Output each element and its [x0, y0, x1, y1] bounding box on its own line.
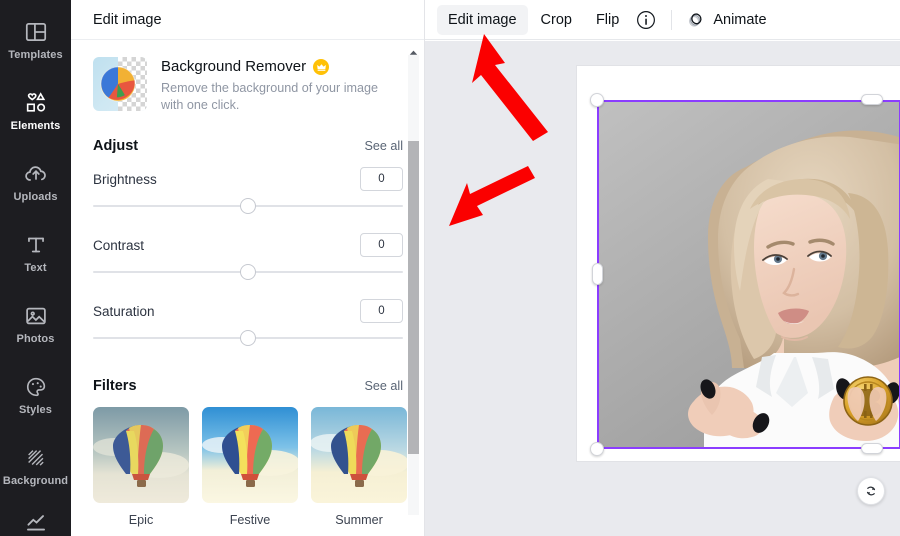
background-remover-title-row: Background Remover — [161, 57, 389, 77]
panel-header: Edit image — [71, 0, 424, 40]
slider-saturation-label: Saturation — [93, 303, 155, 319]
resize-handle-top-left[interactable] — [590, 93, 604, 107]
sidebar-item-templates[interactable]: Templates — [0, 4, 71, 75]
templates-icon — [25, 22, 46, 41]
adjust-section-header: Adjust See all — [93, 138, 403, 154]
adjust-see-all-link[interactable]: See all — [364, 139, 403, 153]
left-nav-rail: Templates Elements Uploads Text Photos S… — [0, 0, 71, 536]
photos-icon — [25, 307, 46, 324]
chart-icon — [26, 515, 45, 531]
filter-label-festive: Festive — [229, 513, 271, 527]
sidebar-label-photos: Photos — [16, 332, 55, 345]
filters-see-all-link[interactable]: See all — [364, 379, 403, 393]
sidebar-item-charts[interactable] — [0, 501, 71, 536]
slider-saturation-track-wrap[interactable] — [93, 324, 403, 352]
rotate-button[interactable] — [857, 477, 885, 505]
edit-image-panel: Edit image Background Remover Remove the… — [71, 0, 425, 536]
panel-title: Edit image — [93, 11, 162, 28]
sidebar-item-uploads[interactable]: Uploads — [0, 146, 71, 217]
balloon-image-epic — [93, 407, 189, 503]
resize-handle-top-center[interactable] — [861, 94, 883, 105]
panel-scrollbar-thumb[interactable] — [408, 141, 419, 454]
sidebar-label-elements: Elements — [10, 119, 61, 132]
filter-label-epic: Epic — [128, 513, 154, 527]
resize-handle-bottom-left[interactable] — [590, 442, 604, 456]
flip-button-label: Flip — [595, 11, 620, 28]
sidebar-item-elements[interactable]: Elements — [0, 75, 71, 146]
sidebar-item-text[interactable]: Text — [0, 217, 71, 288]
slider-contrast: Contrast 0 — [93, 232, 403, 286]
background-remover-card[interactable]: Background Remover Remove the background… — [93, 57, 403, 114]
slider-contrast-track-wrap[interactable] — [93, 258, 403, 286]
crown-glyph — [316, 63, 326, 71]
design-canvas-area[interactable] — [425, 41, 900, 536]
filter-card-summer[interactable]: Summer — [311, 407, 407, 527]
sidebar-label-background: Background — [2, 474, 69, 487]
resize-handle-bottom-center[interactable] — [861, 443, 883, 454]
uploads-icon — [24, 165, 46, 181]
filters-section-header: Filters See all — [93, 378, 403, 394]
slider-contrast-label: Contrast — [93, 237, 145, 253]
filters-title: Filters — [93, 378, 137, 394]
animate-button-label: Animate — [713, 11, 767, 28]
sidebar-item-photos[interactable]: Photos — [0, 288, 71, 359]
slider-brightness-header: Brightness 0 — [93, 166, 403, 192]
image-toolbar: Edit image Crop Flip Animate — [425, 0, 900, 40]
filter-card-epic[interactable]: Epic — [93, 407, 189, 527]
styles-icon — [26, 377, 45, 396]
slider-brightness-value[interactable]: 0 — [360, 167, 403, 191]
filter-thumbnail-epic — [93, 407, 189, 503]
slider-saturation-knob[interactable] — [240, 330, 256, 346]
balloon-image-festive — [202, 407, 298, 503]
adjust-title: Adjust — [93, 138, 139, 154]
elements-icon — [26, 91, 45, 112]
sidebar-item-background[interactable]: Background — [0, 430, 71, 501]
slider-brightness-label: Brightness — [93, 171, 157, 187]
selected-image-element[interactable] — [598, 101, 900, 448]
resize-handle-middle-left[interactable] — [592, 263, 603, 285]
balloon-image-summer — [311, 407, 407, 503]
slider-contrast-value[interactable]: 0 — [360, 233, 403, 257]
filter-thumbnail-festive — [202, 407, 298, 503]
filter-thumbnail-summer — [311, 407, 407, 503]
flip-button[interactable]: Flip — [585, 5, 630, 35]
info-icon — [637, 10, 656, 29]
sidebar-label-templates: Templates — [8, 48, 63, 61]
rotate-icon — [866, 486, 876, 496]
slider-brightness-track-wrap[interactable] — [93, 192, 403, 220]
filter-card-festive[interactable]: Festive — [202, 407, 298, 527]
filters-grid: Epic Festive Summer — [93, 407, 407, 527]
background-remover-title: Background Remover — [161, 58, 307, 75]
info-button[interactable] — [632, 6, 660, 34]
animate-icon — [689, 13, 702, 27]
pro-crown-icon — [313, 59, 330, 75]
woman-holding-bitcoin-photo — [598, 101, 900, 448]
animate-button[interactable]: Animate — [683, 5, 777, 35]
background-remover-description: Remove the background of your image with… — [161, 81, 379, 112]
sidebar-label-styles: Styles — [18, 403, 52, 416]
sidebar-label-uploads: Uploads — [13, 190, 58, 203]
background-remover-text: Background Remover Remove the background… — [161, 57, 389, 114]
slider-saturation-value[interactable]: 0 — [360, 299, 403, 323]
panel-scroll-body: Background Remover Remove the background… — [71, 41, 425, 536]
crop-button[interactable]: Crop — [530, 5, 583, 35]
filter-label-summer: Summer — [335, 513, 383, 527]
canva-editor-window: Templates Elements Uploads Text Photos S… — [0, 0, 900, 536]
text-icon — [27, 237, 44, 252]
sidebar-item-styles[interactable]: Styles — [0, 359, 71, 430]
slider-saturation: Saturation 0 — [93, 298, 403, 352]
slider-brightness: Brightness 0 — [93, 166, 403, 220]
slider-brightness-knob[interactable] — [240, 198, 256, 214]
toolbar-divider — [671, 9, 673, 30]
background-remover-thumbnail — [93, 57, 147, 111]
slider-contrast-header: Contrast 0 — [93, 232, 403, 258]
sidebar-label-text: Text — [24, 261, 47, 274]
background-icon — [27, 449, 44, 466]
edit-image-button-label: Edit image — [448, 11, 517, 28]
slider-contrast-knob[interactable] — [240, 264, 256, 280]
beach-ball-icon — [100, 66, 136, 102]
edit-image-button[interactable]: Edit image — [437, 4, 528, 35]
slider-saturation-header: Saturation 0 — [93, 298, 403, 324]
crop-button-label: Crop — [540, 11, 572, 28]
